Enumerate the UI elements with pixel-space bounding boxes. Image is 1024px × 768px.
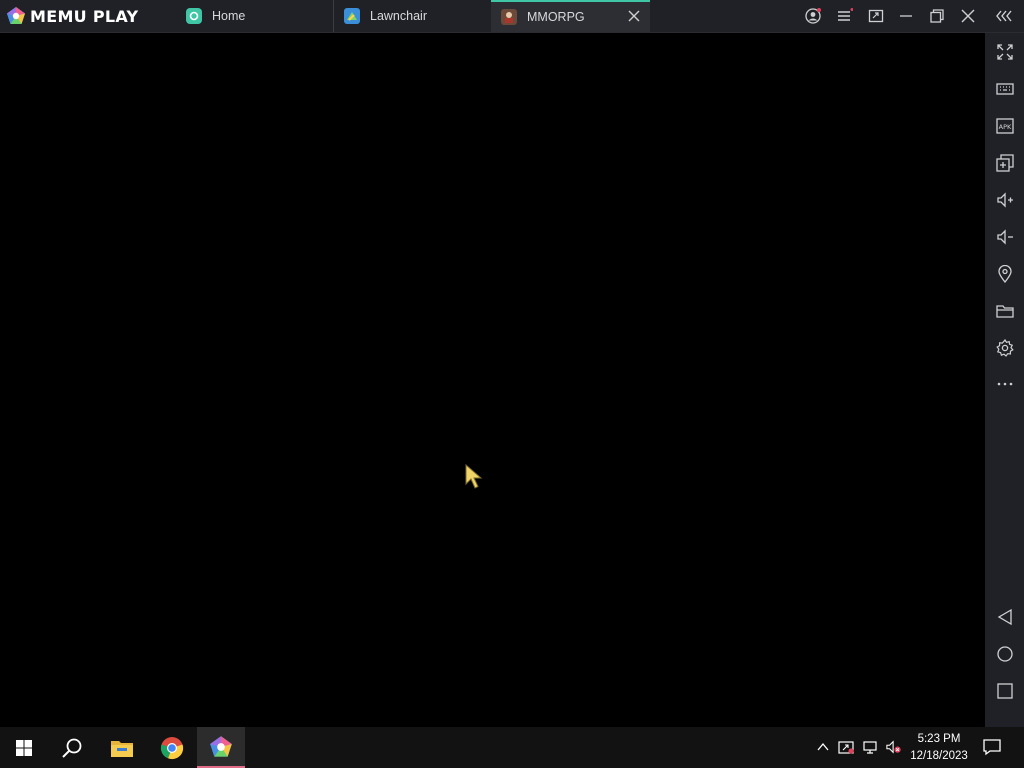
back-icon[interactable] (995, 607, 1014, 626)
home-app-icon (186, 8, 202, 24)
chrome-icon[interactable] (148, 727, 196, 768)
close-window-icon[interactable] (960, 8, 976, 24)
tab-lawnchair[interactable]: Lawnchair (344, 0, 490, 32)
menu-icon[interactable] (837, 8, 853, 24)
lawnchair-app-icon (344, 8, 360, 24)
title-bar: MEMU PLAY Home Lawnchair MMORPG (0, 0, 1024, 33)
settings-icon[interactable] (995, 338, 1014, 357)
restore-icon[interactable] (929, 8, 945, 24)
recents-icon[interactable] (995, 681, 1014, 700)
network-icon[interactable] (862, 739, 878, 755)
close-tab-icon[interactable] (627, 9, 641, 26)
folder-icon[interactable] (995, 301, 1014, 320)
clock-date: 12/18/2023 (910, 750, 968, 762)
volume-down-icon[interactable] (995, 227, 1014, 246)
tab-mmorpg-label: MMORPG (527, 10, 585, 24)
emulator-screen[interactable] (0, 33, 985, 727)
multi-instance-icon[interactable] (995, 153, 1014, 172)
notification-center-icon[interactable] (982, 737, 1002, 762)
tab-home[interactable]: Home (186, 0, 334, 32)
search-icon[interactable] (48, 727, 96, 768)
windows-taskbar: 5:23 PM 12/18/2023 (0, 727, 1024, 768)
fullscreen-icon[interactable] (995, 42, 1014, 61)
volume-up-icon[interactable] (995, 190, 1014, 209)
memu-pentagon-icon (7, 7, 25, 24)
file-explorer-icon[interactable] (98, 727, 146, 768)
volume-muted-icon[interactable] (886, 739, 902, 755)
clock-time: 5:23 PM (917, 733, 961, 745)
tray-app-icon[interactable] (838, 739, 854, 755)
location-icon[interactable] (995, 264, 1014, 283)
memu-icon[interactable] (197, 727, 245, 768)
taskbar-clock[interactable]: 5:23 PM 12/18/2023 (905, 731, 973, 765)
mouse-cursor-icon (465, 463, 485, 495)
memu-logo-text: MEMU PLAY (30, 6, 139, 26)
minimize-icon[interactable] (898, 8, 914, 24)
account-icon[interactable] (805, 8, 821, 24)
home-icon[interactable] (995, 644, 1014, 663)
more-icon[interactable] (995, 374, 1014, 393)
collapse-sidebar-icon[interactable] (995, 8, 1013, 24)
apk-icon-text: APK (998, 123, 1011, 131)
tab-home-label: Home (212, 9, 246, 23)
tab-mmorpg[interactable]: MMORPG (491, 0, 650, 32)
screen-resize-icon[interactable] (868, 8, 884, 24)
memu-logo: MEMU PLAY (6, 6, 138, 26)
show-hidden-icons-chevron-icon[interactable] (815, 739, 831, 755)
emulator-sidebar: APK (985, 33, 1024, 727)
tab-lawnchair-label: Lawnchair (370, 9, 427, 23)
windows-start-icon[interactable] (0, 727, 48, 768)
mmorpg-app-icon (501, 9, 517, 25)
apk-icon[interactable]: APK (995, 116, 1014, 135)
keyboard-icon[interactable] (995, 79, 1014, 98)
